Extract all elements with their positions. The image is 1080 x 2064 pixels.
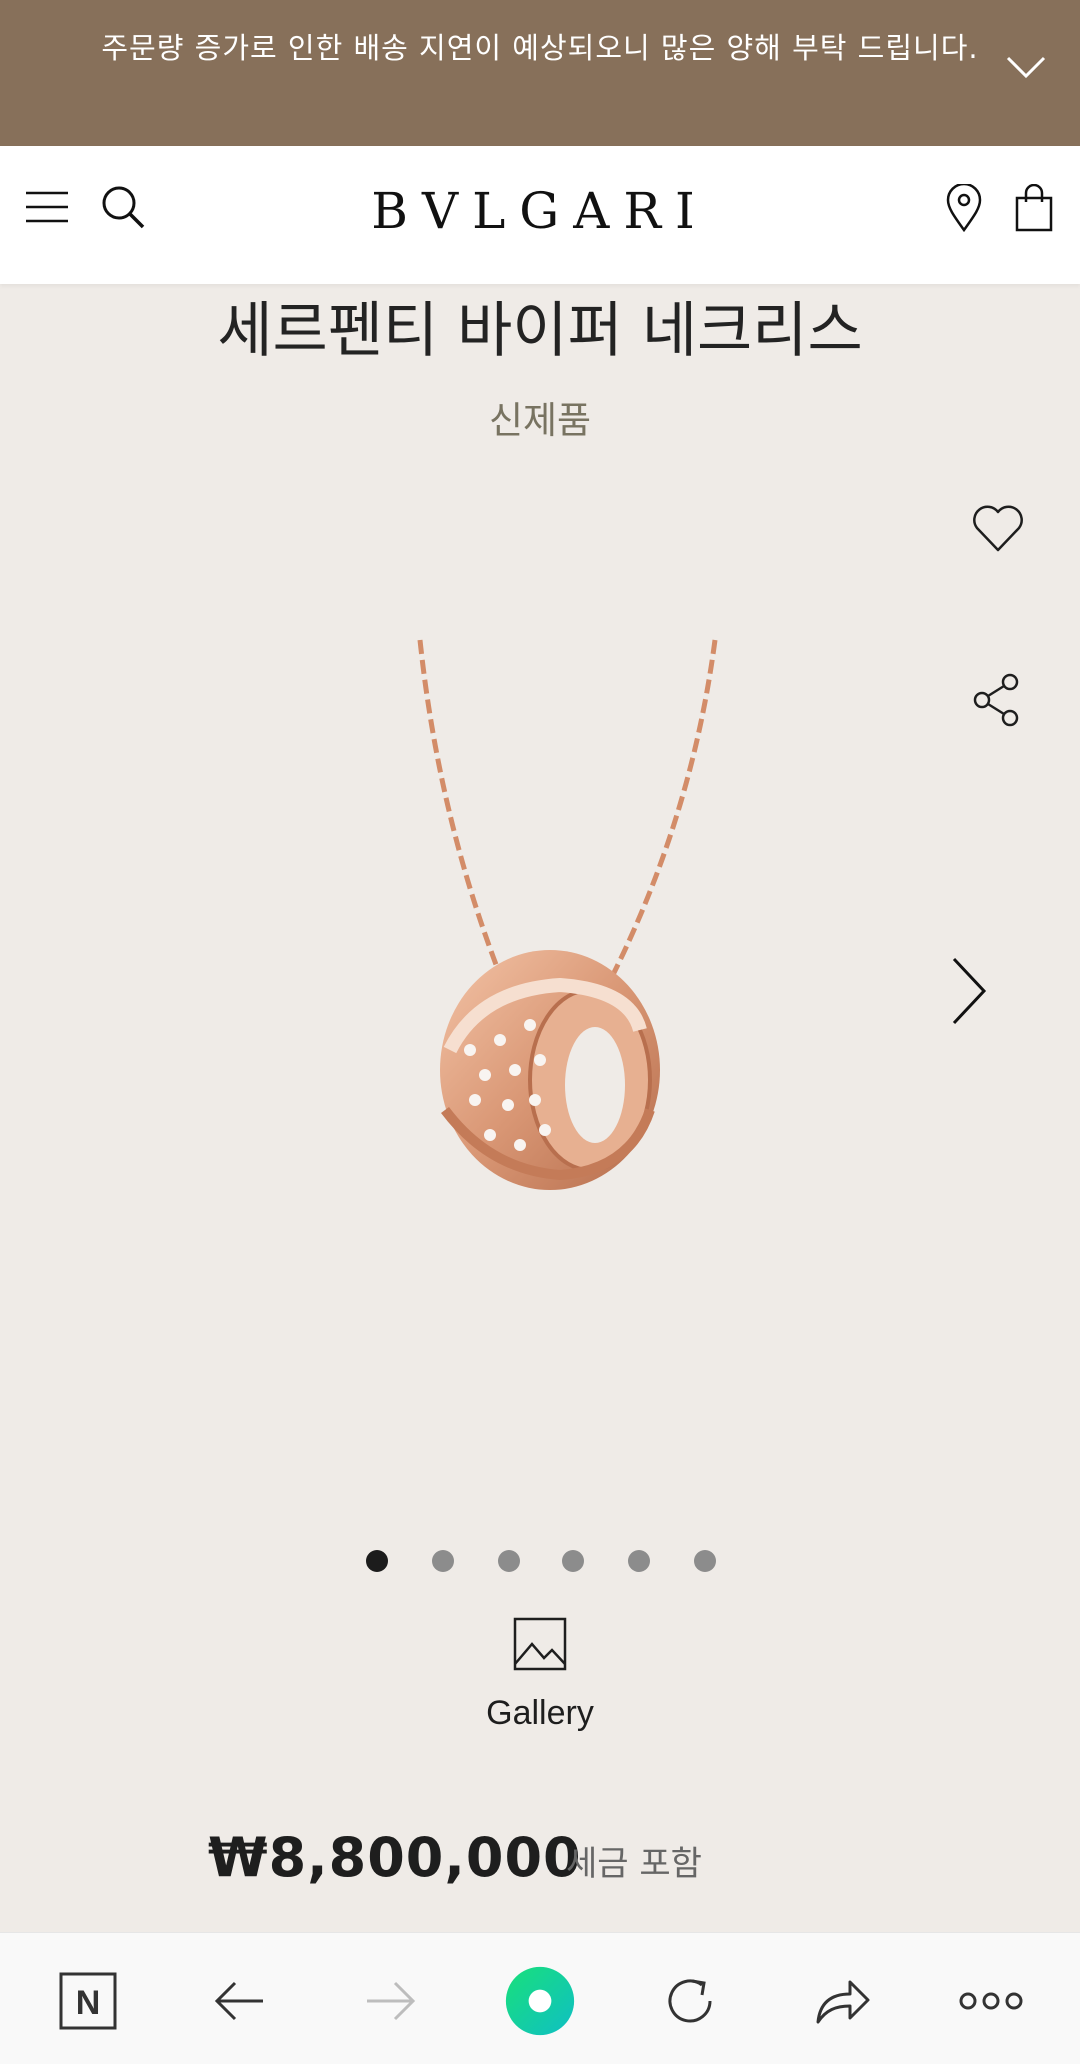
gallery-label: Gallery — [486, 1694, 594, 1732]
location-pin-icon[interactable] — [944, 184, 984, 232]
browser-bottom-bar: N — [0, 1932, 1080, 2064]
announcement-banner: 주문량 증가로 인한 배송 지연이 예상되오니 많은 양해 부탁 드립니다. — [0, 0, 1080, 146]
gallery-button[interactable]: Gallery — [0, 1616, 1080, 1733]
announcement-text: 주문량 증가로 인한 배송 지연이 예상되오니 많은 양해 부탁 드립니다. — [101, 31, 979, 65]
product-image-necklace[interactable] — [390, 630, 730, 1230]
brand-logo[interactable]: BVLGARI — [0, 182, 1080, 240]
carousel-dot-5[interactable] — [628, 1550, 650, 1572]
arrow-right-icon — [367, 1981, 416, 2021]
chevron-right-icon[interactable] — [950, 955, 990, 1027]
arrow-left-icon — [214, 1981, 263, 2021]
product-price: ₩8,800,000 — [208, 1826, 582, 1889]
reload-button[interactable] — [654, 1965, 726, 2037]
naver-home-button[interactable]: N — [52, 1965, 124, 2037]
share-page-button[interactable] — [806, 1965, 878, 2037]
green-dot-icon — [505, 1966, 575, 2036]
image-icon — [513, 1617, 567, 1671]
back-button[interactable] — [204, 1965, 276, 2037]
more-options-button[interactable] — [955, 1965, 1027, 2037]
share-arrow-icon — [816, 1980, 870, 2024]
chevron-down-icon[interactable] — [1006, 52, 1046, 82]
site-header: BVLGARI — [0, 146, 1080, 284]
reload-icon — [668, 1979, 712, 2023]
heart-icon[interactable] — [970, 500, 1026, 556]
product-title: 세르펜티 바이퍼 네크리스 — [217, 296, 863, 366]
carousel-dot-1[interactable] — [366, 1550, 388, 1572]
new-product-badge: 신제품 — [488, 399, 592, 442]
carousel-dot-6[interactable] — [694, 1550, 716, 1572]
shopping-bag-icon[interactable] — [1014, 184, 1054, 232]
green-dot-button[interactable] — [504, 1965, 576, 2037]
carousel-dot-4[interactable] — [562, 1550, 584, 1572]
forward-button[interactable] — [354, 1965, 426, 2037]
naver-n-icon: N — [59, 1972, 117, 2030]
more-icon — [959, 1992, 1023, 2010]
share-icon[interactable] — [970, 672, 1026, 728]
carousel-dot-2[interactable] — [432, 1550, 454, 1572]
svg-text:N: N — [76, 1984, 101, 2022]
carousel-dot-3[interactable] — [498, 1550, 520, 1572]
tax-included-label: 세금 포함 — [566, 1844, 702, 1884]
carousel-pagination — [0, 1550, 1080, 1574]
